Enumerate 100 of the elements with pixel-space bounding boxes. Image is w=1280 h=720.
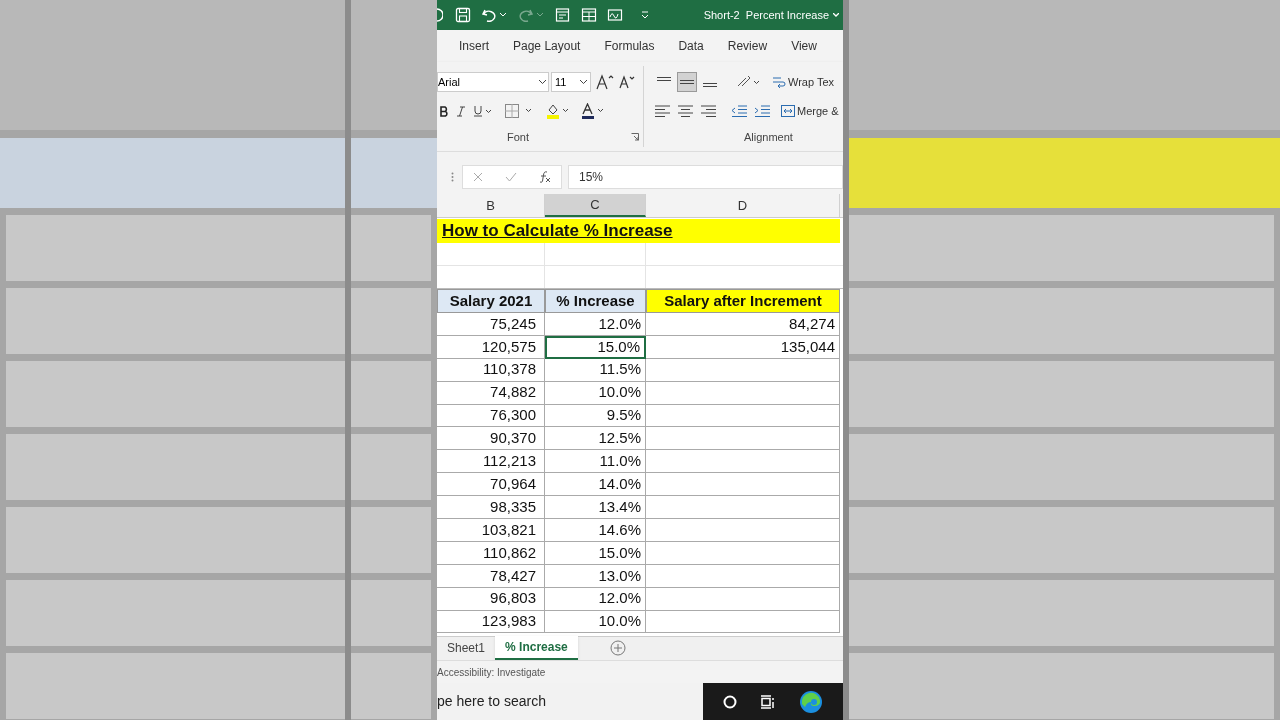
ribbon-tab[interactable]: Data bbox=[678, 37, 704, 55]
ribbon-tab[interactable]: Insert bbox=[459, 37, 489, 55]
empty-cell[interactable] bbox=[646, 473, 840, 497]
group-label: Alignment bbox=[744, 129, 793, 145]
increase-font-size-icon[interactable] bbox=[596, 74, 614, 90]
table-cell[interactable]: 12.5% bbox=[545, 427, 646, 451]
title-cell[interactable]: How to Calculate % Increase bbox=[437, 219, 840, 243]
empty-cell[interactable] bbox=[646, 450, 840, 474]
caret-icon[interactable] bbox=[580, 80, 587, 84]
table-cell[interactable]: 98,335 bbox=[437, 496, 545, 519]
table-cell[interactable]: 10.0% bbox=[545, 381, 646, 405]
form-icon[interactable] bbox=[555, 7, 571, 23]
table-cell[interactable]: 14.6% bbox=[545, 519, 646, 542]
wrap-text-button[interactable]: Wrap Tex bbox=[788, 73, 835, 91]
empty-cell[interactable] bbox=[646, 404, 840, 428]
table-cell[interactable]: 12.0% bbox=[545, 313, 646, 336]
merge-cells-icon[interactable] bbox=[781, 104, 795, 118]
grip-icon bbox=[451, 172, 454, 182]
bold-icon[interactable] bbox=[440, 105, 448, 117]
underline-icon[interactable] bbox=[474, 105, 492, 117]
sheet-title: How to Calculate % Increase bbox=[442, 220, 673, 243]
middle-align-button[interactable] bbox=[677, 72, 697, 92]
table-cell[interactable]: 74,882 bbox=[437, 381, 545, 405]
empty-cell[interactable] bbox=[646, 496, 840, 519]
redo-icon bbox=[518, 7, 534, 23]
formula-field[interactable]: 15% bbox=[568, 165, 843, 189]
column-header[interactable]: D bbox=[646, 194, 840, 217]
table-icon[interactable] bbox=[581, 7, 597, 23]
autosave-icon[interactable] bbox=[437, 8, 443, 22]
task-view-icon[interactable] bbox=[760, 694, 776, 709]
document-title[interactable]: Short-2 Percent Increase bbox=[703, 6, 829, 24]
table-cell[interactable]: 123,983 bbox=[437, 610, 545, 634]
merge-button[interactable]: Merge & bbox=[797, 102, 839, 120]
header-cell[interactable]: Salary 2021 bbox=[437, 289, 545, 313]
table-cell[interactable]: 11.0% bbox=[545, 450, 646, 474]
dialog-launcher-icon[interactable] bbox=[631, 132, 639, 141]
table-cell[interactable]: 76,300 bbox=[437, 404, 545, 428]
table-cell[interactable]: 13.4% bbox=[545, 496, 646, 519]
undo-icon[interactable] bbox=[481, 7, 497, 23]
table-cell[interactable]: 90,370 bbox=[437, 427, 545, 451]
ribbon-tab[interactable]: Page Layout bbox=[513, 37, 581, 55]
circle-icon[interactable] bbox=[722, 694, 737, 709]
table-cell[interactable]: 15.0% bbox=[545, 335, 646, 359]
insert-function-icon[interactable] bbox=[539, 171, 551, 183]
increase-indent-icon[interactable] bbox=[754, 105, 771, 117]
font-size-field[interactable]: 11 bbox=[551, 72, 591, 92]
empty-cell[interactable] bbox=[646, 610, 840, 634]
table-cell[interactable]: 14.0% bbox=[545, 473, 646, 497]
wrap-text-icon[interactable] bbox=[772, 75, 786, 89]
table-cell[interactable]: 15.0% bbox=[545, 541, 646, 565]
align-left-icon[interactable] bbox=[654, 105, 671, 117]
empty-cell[interactable] bbox=[646, 381, 840, 405]
table-cell[interactable]: 11.5% bbox=[545, 358, 646, 382]
empty-cell[interactable] bbox=[646, 519, 840, 542]
decrease-indent-icon[interactable] bbox=[731, 105, 748, 117]
status-text: Accessibility: Investigate bbox=[437, 665, 546, 680]
align-center-icon[interactable] bbox=[677, 105, 694, 117]
save-icon[interactable] bbox=[455, 7, 471, 23]
table-cell[interactable]: 110,862 bbox=[437, 541, 545, 565]
sheet-tab[interactable]: Sheet1 bbox=[437, 636, 496, 660]
header-cell[interactable]: % Increase bbox=[545, 289, 646, 313]
table-cell[interactable]: 84,274 bbox=[646, 313, 840, 336]
table-cell[interactable]: 75,245 bbox=[437, 313, 545, 336]
align-lines-icon bbox=[657, 77, 671, 81]
table-cell[interactable]: 9.5% bbox=[545, 404, 646, 428]
table-cell[interactable]: 13.0% bbox=[545, 564, 646, 588]
ribbon-tab[interactable]: View bbox=[791, 37, 817, 55]
empty-cell[interactable] bbox=[646, 564, 840, 588]
browser-icon[interactable] bbox=[799, 689, 824, 714]
table-cell[interactable]: 12.0% bbox=[545, 587, 646, 611]
ribbon-tab[interactable]: Formulas bbox=[604, 37, 655, 55]
add-sheet-icon[interactable] bbox=[609, 640, 626, 656]
empty-cell[interactable] bbox=[646, 358, 840, 382]
empty-cell[interactable] bbox=[646, 587, 840, 611]
table-cell[interactable]: 10.0% bbox=[545, 610, 646, 634]
align-lines-icon bbox=[680, 80, 694, 84]
empty-cell[interactable] bbox=[646, 427, 840, 451]
taskbar-search-field[interactable]: pe here to search bbox=[437, 683, 703, 720]
table-cell[interactable]: 78,427 bbox=[437, 564, 545, 588]
ribbon-tab[interactable]: Review bbox=[727, 37, 768, 55]
align-right-icon[interactable] bbox=[700, 105, 717, 117]
table-cell[interactable]: 135,044 bbox=[646, 335, 840, 359]
borders-icon[interactable] bbox=[505, 104, 533, 118]
caret-icon bbox=[537, 13, 543, 17]
sheet-tab[interactable]: % Increase bbox=[495, 636, 578, 660]
table-cell[interactable]: 110,378 bbox=[437, 358, 545, 382]
signature-icon[interactable] bbox=[607, 7, 623, 23]
italic-icon[interactable] bbox=[457, 105, 465, 117]
column-header[interactable]: C bbox=[545, 194, 646, 217]
table-cell[interactable]: 96,803 bbox=[437, 587, 545, 611]
caret-icon[interactable] bbox=[539, 80, 546, 84]
table-cell[interactable]: 112,213 bbox=[437, 450, 545, 474]
empty-cell[interactable] bbox=[646, 541, 840, 565]
decrease-font-size-icon[interactable] bbox=[619, 75, 635, 89]
table-cell[interactable]: 103,821 bbox=[437, 519, 545, 542]
table-cell[interactable]: 70,964 bbox=[437, 473, 545, 497]
font-name-field[interactable]: Arial bbox=[437, 72, 549, 92]
header-cell[interactable]: Salary after Increment bbox=[646, 289, 840, 313]
customize-menu-icon[interactable] bbox=[641, 11, 649, 19]
table-cell[interactable]: 120,575 bbox=[437, 335, 545, 359]
